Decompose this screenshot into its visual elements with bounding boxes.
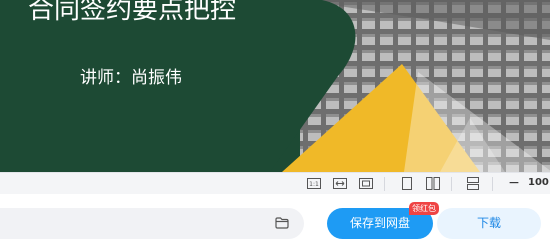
red-envelope-badge: 领红包 bbox=[409, 202, 439, 215]
single-page-icon[interactable] bbox=[400, 177, 414, 190]
download-button[interactable]: 下载 bbox=[437, 208, 541, 239]
fit-width-icon[interactable] bbox=[333, 177, 347, 190]
slide-lecturer: 讲师：尚振伟 bbox=[80, 68, 182, 88]
save-path-field[interactable] bbox=[0, 208, 304, 239]
viewer-toolbar: 1:1 − 100 bbox=[0, 172, 550, 194]
scroll-mode-icon[interactable] bbox=[466, 177, 480, 190]
fit-page-icon[interactable] bbox=[359, 177, 373, 190]
slide-title: 合同签约要点把控 bbox=[28, 0, 237, 25]
svg-text:1:1: 1:1 bbox=[309, 181, 319, 188]
actual-size-icon[interactable]: 1:1 bbox=[307, 177, 321, 190]
folder-icon[interactable] bbox=[274, 216, 290, 230]
slide-preview: 合同签约要点把控 讲师：尚振伟 bbox=[0, 0, 550, 172]
toolbar-divider bbox=[492, 177, 493, 191]
toolbar-divider bbox=[451, 177, 452, 191]
toolbar-divider bbox=[384, 177, 385, 191]
bottom-action-bar: 保存到网盘 领红包 下载 bbox=[0, 194, 550, 252]
zoom-level[interactable]: 100 bbox=[528, 176, 549, 190]
zoom-out-button[interactable]: − bbox=[508, 174, 520, 192]
double-page-icon[interactable] bbox=[426, 177, 440, 190]
